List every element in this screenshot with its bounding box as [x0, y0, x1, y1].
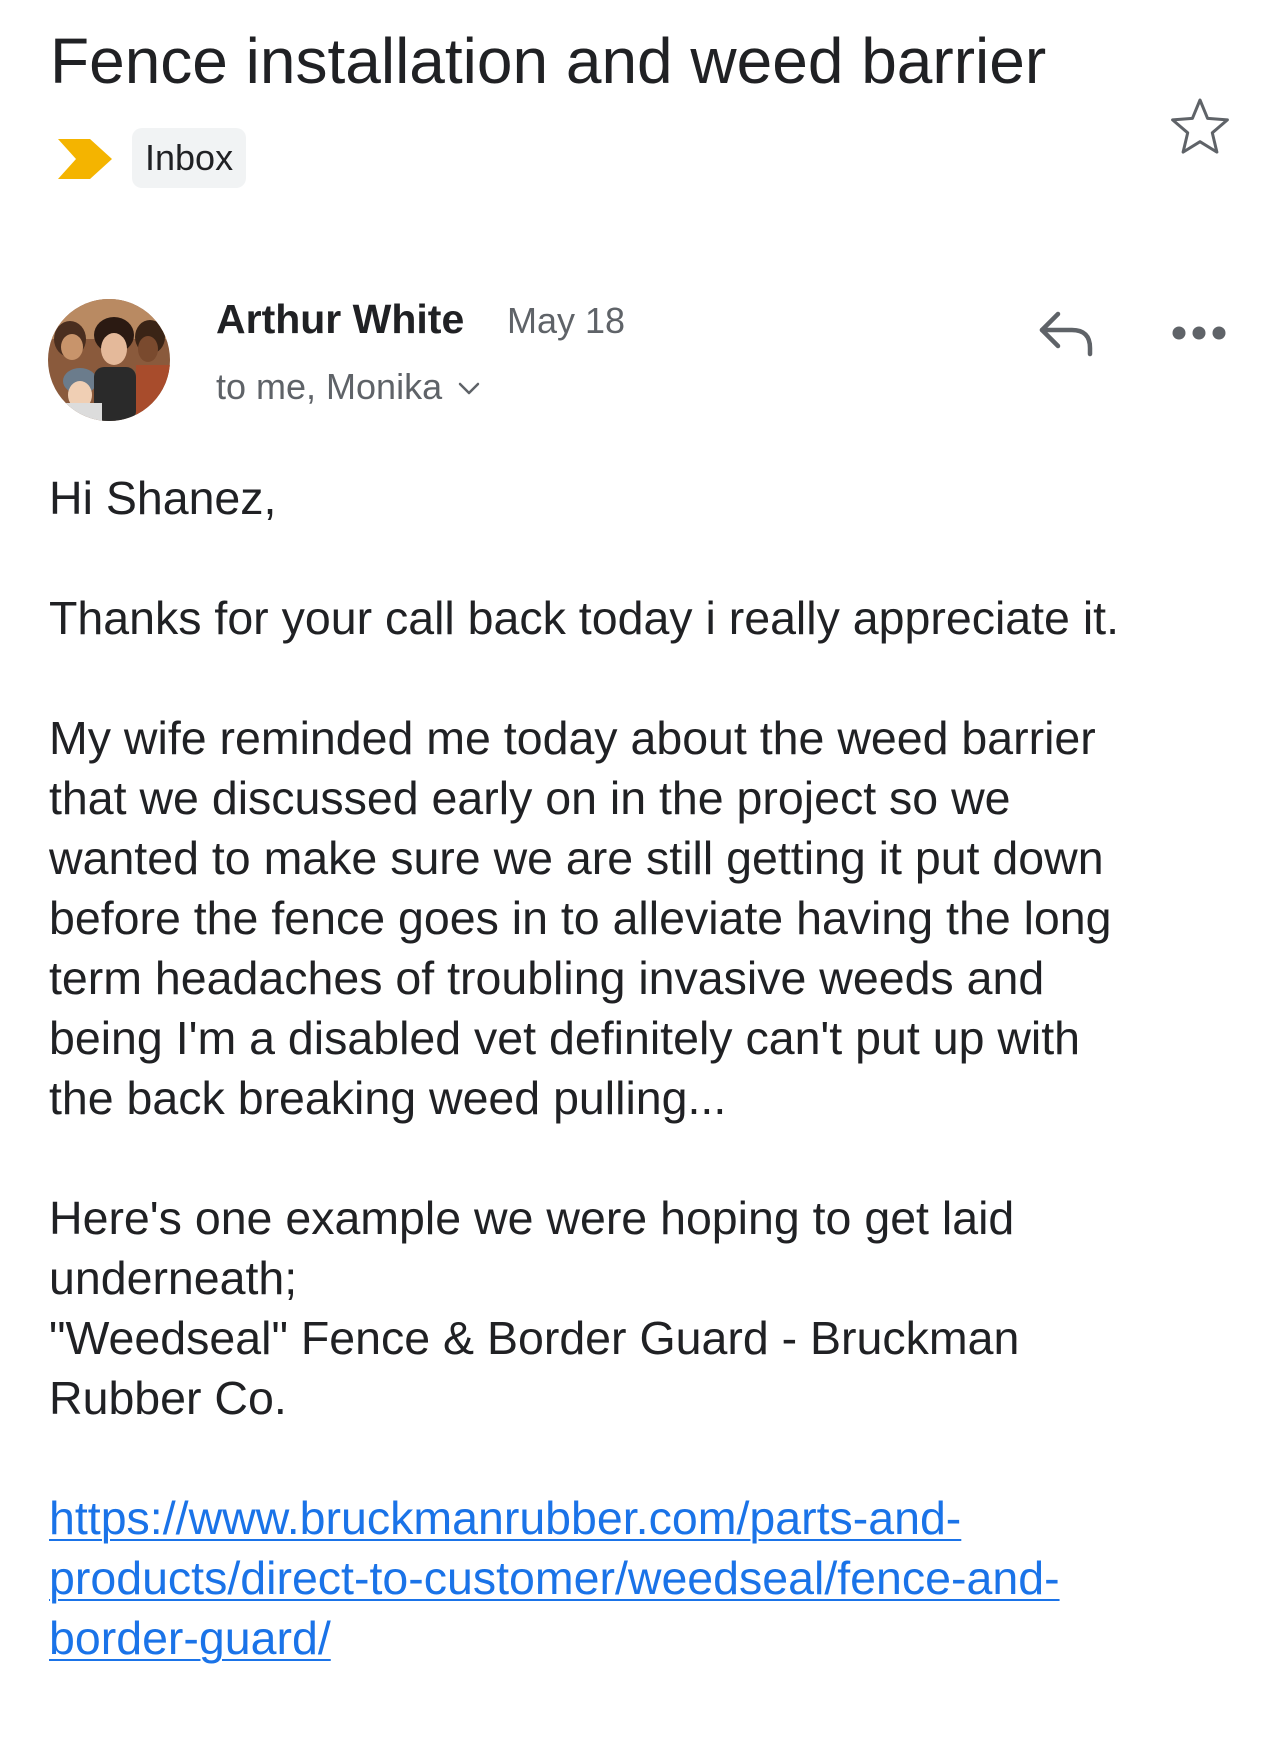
- sender-name[interactable]: Arthur White: [216, 294, 464, 344]
- body-line: term headaches of troubling invasive wee…: [49, 952, 1045, 1004]
- email-body: Hi Shanez, Thanks for your call back tod…: [49, 468, 1249, 1668]
- body-line: Rubber Co.: [49, 1372, 287, 1424]
- body-line: wanted to make sure we are still getting…: [49, 832, 1104, 884]
- star-icon[interactable]: [1169, 95, 1231, 157]
- body-line: My wife reminded me today about the weed…: [49, 712, 1096, 764]
- importance-marker-icon[interactable]: [58, 139, 112, 179]
- sent-date: May 18: [507, 300, 626, 341]
- body-thanks: Thanks for your call back today i really…: [49, 592, 1119, 644]
- more-options-icon[interactable]: [1170, 318, 1228, 348]
- body-line: Here's one example we were hoping to get…: [49, 1192, 1015, 1244]
- body-line: being I'm a disabled vet definitely can'…: [49, 1012, 1081, 1064]
- recipients-text: to me, Monika: [216, 366, 443, 407]
- product-link[interactable]: products/direct-to-customer/weedseal/fen…: [49, 1552, 1060, 1604]
- sender-avatar[interactable]: [48, 299, 170, 421]
- chevron-down-icon: [458, 382, 480, 395]
- body-line: underneath;: [49, 1252, 298, 1304]
- body-line: that we discussed early on in the projec…: [49, 772, 1011, 824]
- body-greeting: Hi Shanez,: [49, 472, 277, 524]
- body-line: "Weedseal" Fence & Border Guard - Bruckm…: [49, 1312, 1020, 1364]
- body-line: before the fence goes in to alleviate ha…: [49, 892, 1112, 944]
- product-link[interactable]: https://www.bruckmanrubber.com/parts-and…: [49, 1492, 961, 1544]
- email-view: Fence installation and weed barrier Inbo…: [0, 0, 1284, 1738]
- label-chip-inbox[interactable]: Inbox: [132, 128, 247, 188]
- product-link[interactable]: border-guard/: [49, 1612, 331, 1664]
- recipients-toggle[interactable]: to me, Monika: [216, 364, 480, 410]
- reply-icon[interactable]: [1036, 308, 1096, 358]
- avatar-photo: [48, 299, 170, 421]
- body-line: the back breaking weed pulling...: [49, 1072, 727, 1124]
- email-subject: Fence installation and weed barrier: [50, 25, 1047, 97]
